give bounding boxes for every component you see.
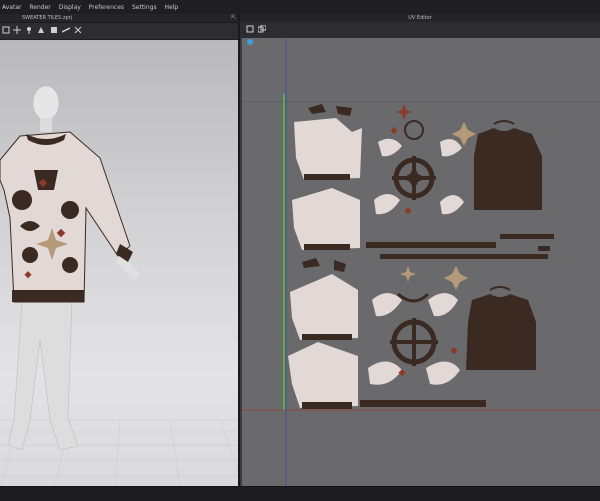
menu-item-help[interactable]: Help <box>165 4 179 11</box>
3d-window-title: SWEATER TILES.zprj <box>22 15 73 21</box>
menu-item-preferences[interactable]: Preferences <box>89 4 124 11</box>
uv-transform-icon[interactable] <box>258 25 266 33</box>
select-tool-icon[interactable] <box>2 26 10 34</box>
uv-gizmo-icon[interactable] <box>247 39 253 45</box>
status-bar <box>0 486 600 501</box>
menu-item-display[interactable]: Display <box>59 4 81 11</box>
3d-toolbar <box>0 23 238 40</box>
sewing-tool-icon[interactable] <box>74 26 82 34</box>
menu-item-render[interactable]: Render <box>29 4 50 11</box>
fold-tool-icon[interactable] <box>37 26 45 34</box>
pin-tool-icon[interactable] <box>25 26 33 34</box>
uv-select-icon[interactable] <box>246 25 254 33</box>
move-tool-icon[interactable] <box>13 26 21 34</box>
uv-canvas[interactable] <box>240 38 600 486</box>
menu-item-avatar[interactable]: Avatar <box>2 4 21 11</box>
texture-tool-icon[interactable] <box>50 26 58 34</box>
uv-editor-window: UV Editor <box>240 14 600 486</box>
avatar-with-sweater <box>0 85 238 486</box>
menu-bar: Avatar Render Display Preferences Settin… <box>0 0 600 15</box>
3d-garment-window: SWEATER TILES.zprj ⇱ <box>0 14 238 486</box>
uv-editor-title: UV Editor <box>240 14 600 22</box>
uv-toolbar <box>240 22 600 39</box>
measure-tool-icon[interactable] <box>62 26 70 34</box>
3d-window-titlebar: SWEATER TILES.zprj ⇱ <box>0 14 238 23</box>
window-float-icon[interactable]: ⇱ <box>231 14 236 21</box>
3d-viewport[interactable] <box>0 40 238 486</box>
menu-item-settings[interactable]: Settings <box>132 4 157 11</box>
uv-layout <box>242 38 600 486</box>
